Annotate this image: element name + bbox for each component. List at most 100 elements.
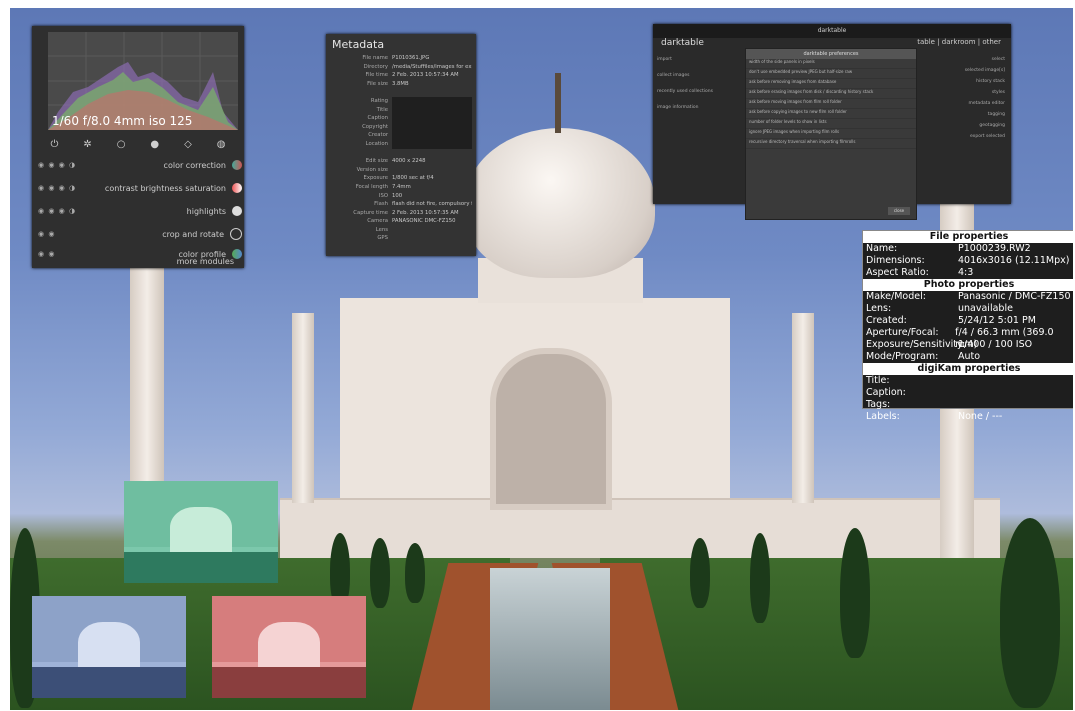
pref-row[interactable]: ask before removing images from database (746, 79, 916, 89)
metadata-value: /media/Stuffiles/images for experim (392, 63, 472, 70)
metadata-key: Version size (356, 166, 388, 173)
color-icon[interactable]: ● (150, 139, 159, 150)
metadata-key: File name (362, 55, 388, 61)
photo-properties-header: Photo properties (863, 279, 1073, 291)
view-switcher[interactable]: table | darkroom | other (917, 38, 1001, 46)
metadata-value: 100 (392, 192, 403, 199)
property-key: Created: (866, 315, 907, 326)
thumbnail-building (170, 506, 232, 558)
file-properties-header: File properties (863, 231, 1073, 243)
metadata-value: 4000 x 2248 (392, 158, 426, 165)
section-geotagging[interactable]: geotagging (925, 120, 1005, 131)
metadata-field[interactable] (392, 131, 472, 140)
pref-row[interactable]: ignore JPEG images when importing film r… (746, 129, 916, 139)
module-row[interactable]: ◉ ◉ ◉ ◑ color correction (38, 156, 242, 174)
metadata-value (392, 226, 472, 235)
module-controls-icon[interactable]: ◉ ◉ ◉ ◑ (38, 207, 86, 215)
minaret-back-left (292, 313, 314, 503)
metadata-field[interactable] (392, 114, 472, 123)
digikam-properties-header: digiKam properties (863, 363, 1073, 375)
section-image-information[interactable]: image information (657, 100, 741, 116)
circle-icon[interactable]: ○ (117, 139, 126, 150)
section-import[interactable]: import (657, 52, 741, 68)
metadata-value: 1/800 sec at f/4 (392, 175, 434, 182)
window-titlebar[interactable]: darktable (653, 24, 1011, 38)
section-export-selected[interactable]: export selected (925, 131, 1005, 142)
metadata-field[interactable] (392, 122, 472, 132)
cypress-tree (750, 533, 770, 623)
property-value: 4:3 (958, 267, 974, 278)
metadata-row: Focal length 7.4mm (330, 183, 472, 192)
shape-icon[interactable]: ◇ (184, 139, 192, 150)
cypress-tree (405, 543, 425, 603)
module-group-tabs: ⏻ ✲ ○ ● ◇ ◍ (38, 137, 238, 151)
metadata-row: Version size (330, 166, 472, 175)
pref-row[interactable]: number of folder levels to show in lists (746, 119, 916, 129)
pref-row[interactable]: ask before moving images from film roll … (746, 99, 916, 109)
module-row[interactable]: ◉ ◉ ◉ ◑ highlights (38, 202, 242, 220)
property-row: Exposure/Sensitivity: 1/400 / 100 ISO (863, 339, 1073, 351)
contrast-icon (232, 183, 242, 193)
more-modules-button[interactable]: more modules (177, 257, 234, 266)
effect-icon[interactable]: ◍ (217, 139, 226, 150)
metadata-row[interactable]: Copyright (330, 122, 472, 132)
metadata-key: Flash (374, 201, 388, 208)
metadata-row[interactable]: Title (330, 105, 472, 115)
metadata-row[interactable]: Creator (330, 131, 472, 140)
metadata-row: Flash flash did not fire, compulsory flas… (330, 200, 472, 209)
property-row: Labels: None / --- (863, 411, 1073, 423)
property-key: Name: (866, 243, 898, 254)
section-metadata-editor[interactable]: metadata editor (925, 98, 1005, 109)
property-key: Aspect Ratio: (866, 267, 929, 278)
metadata-row: Camera PANASONIC DMC-FZ150 (330, 217, 472, 226)
property-value: Panasonic / DMC-FZ150 (958, 291, 1071, 302)
thumbnail-red[interactable] (212, 596, 366, 698)
metadata-row[interactable]: Rating (330, 96, 472, 106)
module-row[interactable]: ◉ ◉ crop and rotate (38, 225, 242, 243)
cypress-tree (840, 528, 870, 658)
pref-row[interactable]: ask before erasing images from disk / di… (746, 89, 916, 99)
pref-row[interactable]: don't use embedded preview JPEG but half… (746, 69, 916, 79)
metadata-key: File time (365, 72, 388, 79)
thumbnail-blue[interactable] (32, 596, 186, 698)
module-label: color correction (163, 160, 226, 170)
section-collect-images[interactable]: collect images (657, 68, 741, 84)
metadata-panel: Metadata File name P1010361.JPG Directory… (326, 34, 476, 256)
property-row: Name: P1000239.RW2 (863, 243, 1073, 255)
thumbnail-green[interactable] (124, 481, 278, 583)
section-history-stack[interactable]: history stack (925, 76, 1005, 87)
module-controls-icon[interactable]: ◉ ◉ ◉ ◑ (38, 184, 86, 192)
pref-row[interactable]: recursive directory traversal when impor… (746, 139, 916, 149)
section-styles[interactable]: styles (925, 87, 1005, 98)
metadata-field[interactable] (392, 105, 472, 115)
pref-row[interactable]: width of the side panels in pixels (746, 59, 916, 69)
section-tagging[interactable]: tagging (925, 109, 1005, 120)
section-recent-collections[interactable]: recently used collections (657, 84, 741, 100)
module-controls-icon[interactable]: ◉ ◉ (38, 230, 86, 238)
property-key: Caption: (866, 387, 906, 398)
section-select[interactable]: select (925, 54, 1005, 65)
crop-icon (230, 228, 242, 240)
thumbnail-ground (124, 552, 278, 583)
module-controls-icon[interactable]: ◉ ◉ (38, 250, 86, 258)
metadata-field[interactable] (392, 96, 472, 106)
pref-row[interactable]: ask before copying images to new film ro… (746, 109, 916, 119)
star-icon[interactable]: ✲ (83, 139, 91, 150)
power-icon[interactable]: ⏻ (50, 139, 58, 150)
metadata-value: P1010361.JPG (392, 55, 430, 61)
section-selected-images[interactable]: selected image[s] (925, 65, 1005, 76)
property-key: Mode/Program: (866, 351, 939, 362)
thumbnail-ground (32, 667, 186, 698)
metadata-key: Creator (368, 132, 388, 139)
metadata-row[interactable]: Caption (330, 114, 472, 123)
metadata-field[interactable] (392, 139, 472, 149)
module-row[interactable]: ◉ ◉ ◉ ◑ contrast brightness saturation (38, 179, 242, 197)
metadata-value (392, 166, 472, 175)
right-panel: select selected image[s] history stack s… (925, 54, 1005, 142)
properties-panel: File properties Name: P1000239.RW2 Dimens… (862, 230, 1073, 422)
module-controls-icon[interactable]: ◉ ◉ ◉ ◑ (38, 161, 86, 169)
metadata-row[interactable]: Location (330, 139, 472, 149)
property-key: Title: (866, 375, 890, 386)
close-button[interactable]: close (888, 207, 910, 215)
thumbnail-ground (212, 667, 366, 698)
